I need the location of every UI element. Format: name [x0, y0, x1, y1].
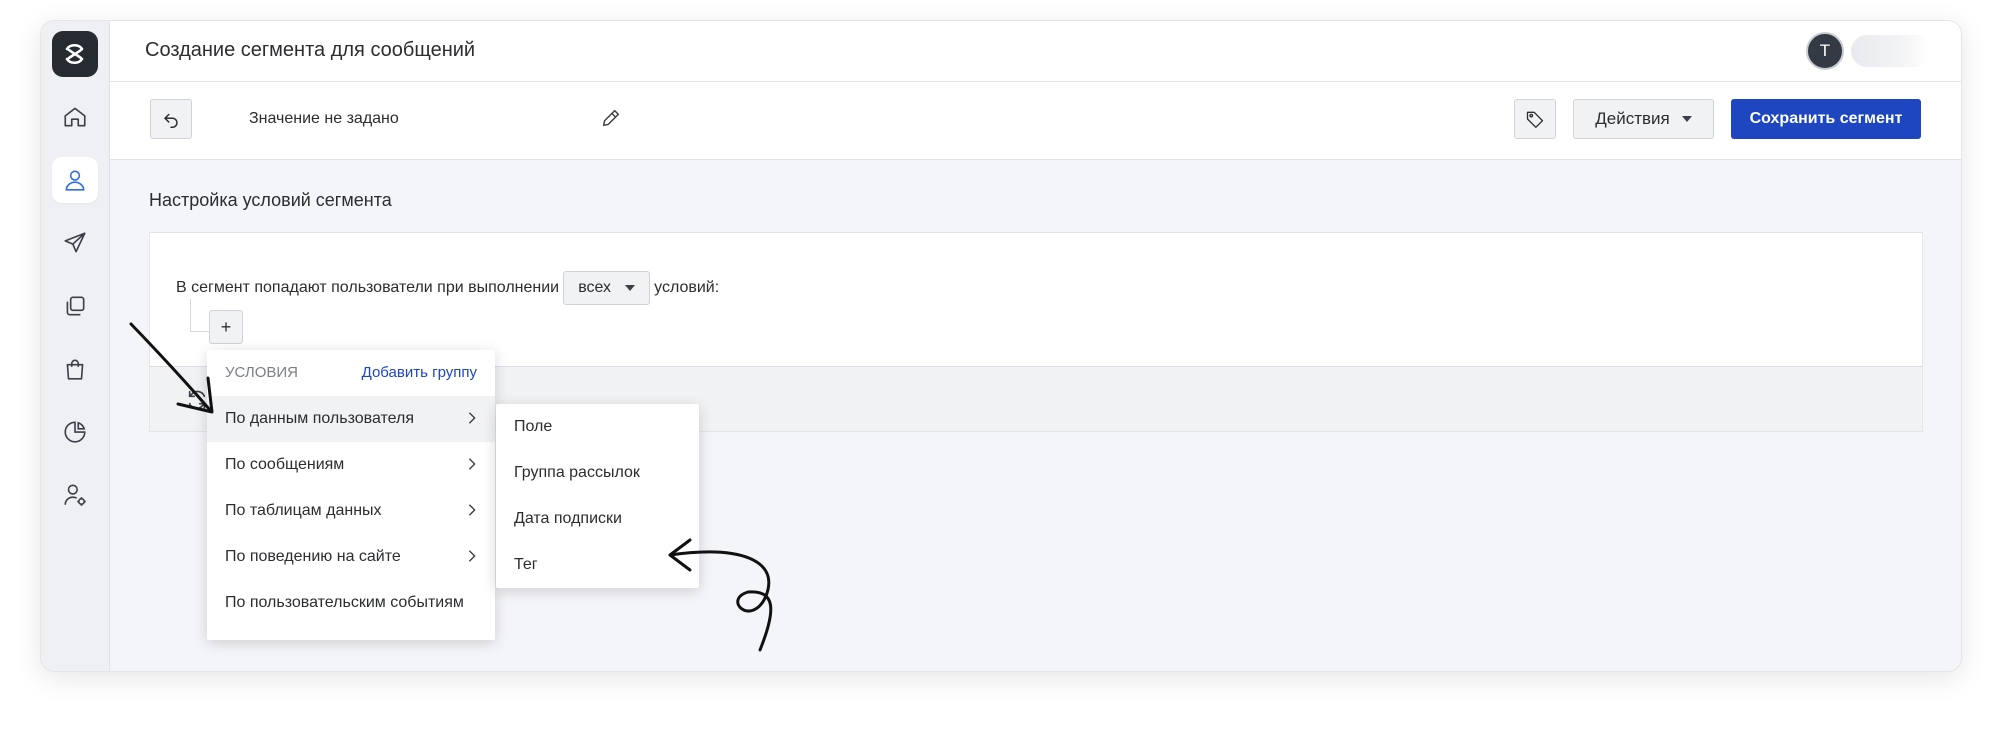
tag-icon	[1526, 111, 1544, 128]
caret-down-icon	[625, 285, 636, 291]
segment-toolbar: Значение не задано Действия Сохранить се…	[110, 82, 1961, 160]
home-icon	[64, 107, 86, 127]
sidebar-item-admin[interactable]	[52, 472, 98, 518]
submenu-item-subscription-date[interactable]: Дата подписки	[514, 510, 622, 528]
conditions-menu: УСЛОВИЯ Добавить группу По данным пользо…	[207, 350, 495, 640]
segment-name-value[interactable]: Значение не задано	[249, 110, 399, 128]
menu-item-data-tables[interactable]: По таблицам данных	[207, 488, 495, 534]
user-data-submenu: Поле Группа рассылок Дата подписки Тег	[496, 404, 699, 588]
menu-item-user-data[interactable]: По данным пользователя	[207, 396, 495, 442]
add-condition-button[interactable]: +	[209, 310, 243, 344]
pencil-icon[interactable]	[600, 107, 622, 129]
sidebar-item-home[interactable]	[52, 94, 98, 140]
header: Создание сегмента для сообщений T	[110, 21, 1961, 82]
menu-item-label: По данным пользователя	[225, 410, 415, 427]
save-segment-button[interactable]: Сохранить сегмент	[1731, 99, 1921, 139]
add-group-link[interactable]: Добавить группу	[362, 364, 477, 381]
avatar[interactable]: T	[1806, 32, 1844, 70]
menu-item-custom-events[interactable]: По пользовательским событиям	[207, 580, 495, 626]
match-mode-value: всех	[578, 279, 612, 296]
user-settings-icon	[64, 484, 86, 506]
match-mode-select[interactable]: всех	[563, 271, 651, 305]
conditions-sentence: В сегмент попадают пользователи при выпо…	[176, 271, 719, 305]
logo[interactable]	[52, 31, 98, 77]
undo-arrow-icon	[164, 113, 178, 128]
section-title: Настройка условий сегмента	[149, 190, 392, 210]
copy-icon	[66, 296, 85, 316]
page-title: Создание сегмента для сообщений	[145, 39, 476, 61]
sidebar-item-analytics[interactable]	[52, 409, 98, 455]
menu-item-label: По таблицам данных	[225, 502, 382, 519]
menu-item-label: По сообщениям	[225, 456, 345, 473]
sidebar-item-templates[interactable]	[52, 283, 98, 329]
back-button[interactable]	[150, 99, 192, 139]
menu-header: УСЛОВИЯ Добавить группу	[207, 350, 495, 397]
caret-down-icon	[1681, 116, 1692, 122]
sentence-after: условий:	[654, 279, 720, 296]
shopping-bag-icon	[66, 359, 84, 380]
chevron-right-icon	[468, 458, 476, 470]
menu-item-messages[interactable]: По сообщениям	[207, 442, 495, 488]
submenu-item-tag[interactable]: Тег	[514, 556, 538, 574]
user-name-blurred[interactable]	[1851, 35, 1931, 67]
menu-item-site-behavior[interactable]: По поведению на сайте	[207, 534, 495, 580]
conditions-card: В сегмент попадают пользователи при выпо…	[149, 232, 1923, 367]
sentence-before: В сегмент попадают пользователи при выпо…	[176, 279, 560, 296]
tag-button[interactable]	[1514, 99, 1556, 139]
user-icon	[65, 170, 85, 191]
sidebar-item-campaigns[interactable]	[52, 220, 98, 266]
chevron-right-icon	[468, 504, 476, 516]
submenu-item-field[interactable]: Поле	[514, 418, 552, 436]
menu-item-label: По пользовательским событиям	[225, 594, 464, 611]
sidebar-item-users[interactable]	[52, 157, 98, 203]
menu-item-label: По поведению на сайте	[225, 548, 401, 565]
send-icon	[64, 232, 86, 253]
submenu-item-mailing-group[interactable]: Группа рассылок	[514, 464, 640, 482]
menu-caption: УСЛОВИЯ	[225, 364, 298, 381]
chevron-right-icon	[468, 412, 476, 424]
actions-label: Действия	[1595, 109, 1670, 128]
chevron-right-icon	[468, 550, 476, 562]
actions-dropdown[interactable]: Действия	[1573, 99, 1714, 139]
sidebar-item-shop[interactable]	[52, 346, 98, 392]
tree-connector	[190, 299, 211, 332]
app-window: Создание сегмента для сообщений T Значен…	[40, 20, 1962, 672]
refresh-icon[interactable]	[186, 389, 208, 411]
sidebar	[41, 21, 110, 671]
pie-chart-icon	[64, 421, 86, 443]
